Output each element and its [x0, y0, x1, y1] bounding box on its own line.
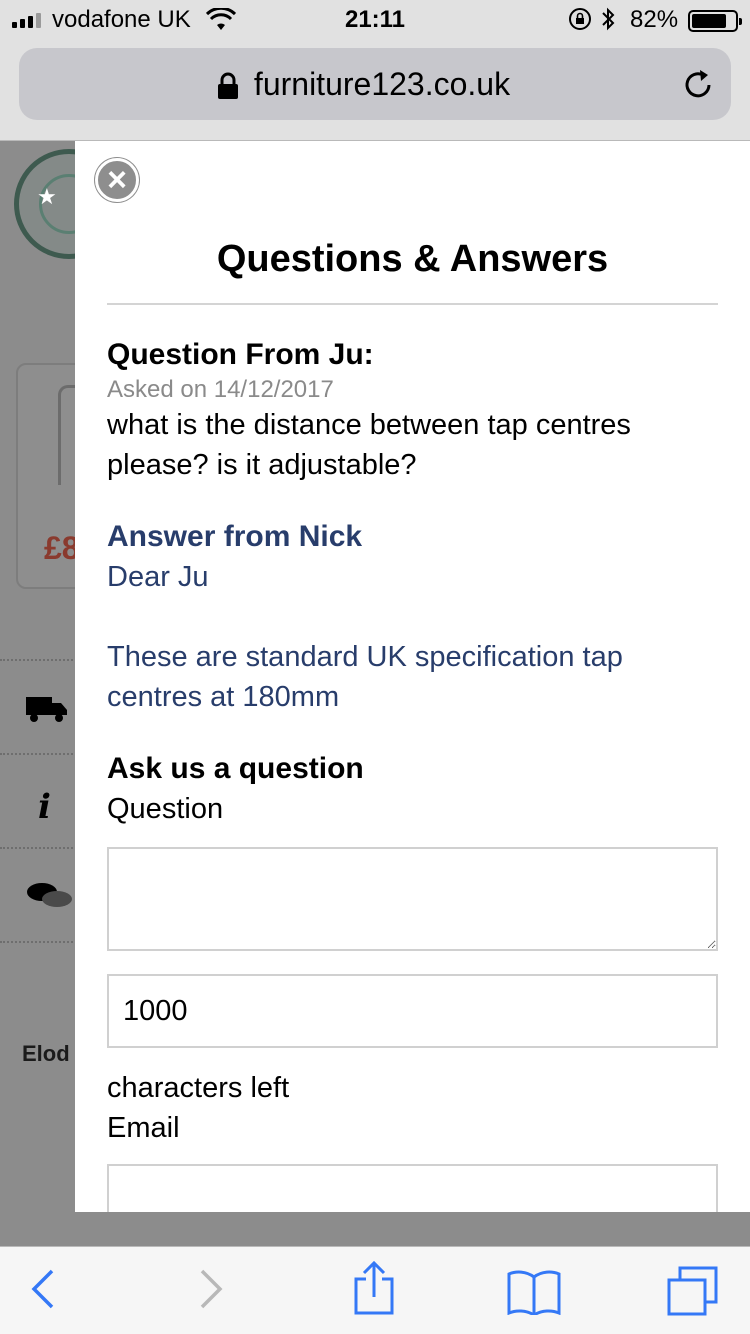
email-field-label: Email — [107, 1112, 180, 1144]
answer-body: These are standard UK specification tap … — [107, 641, 623, 713]
question-author: Question From Ju: — [107, 338, 374, 371]
characters-left-counter: 1000 — [107, 974, 718, 1048]
back-icon[interactable] — [30, 1267, 56, 1316]
answer-author: Answer from Nick — [107, 520, 363, 553]
bookmarks-icon[interactable] — [506, 1269, 562, 1320]
modal-title: Questions & Answers — [216, 238, 609, 280]
question-field-label: Question — [107, 793, 224, 825]
question-input[interactable] — [107, 847, 718, 951]
email-input[interactable] — [107, 1164, 718, 1212]
info-row: i — [0, 753, 80, 847]
rotation-lock-icon — [568, 7, 592, 38]
tabs-icon[interactable] — [666, 1265, 720, 1322]
background-text-fragment: Elod — [22, 1041, 70, 1066]
delivery-row — [0, 659, 80, 753]
bluetooth-icon — [600, 6, 616, 39]
qa-content: Question From Ju: Asked on 14/12/2017 wh… — [107, 335, 718, 1212]
close-icon[interactable]: × — [95, 158, 139, 202]
chat-bubbles-icon — [26, 881, 74, 920]
characters-left-label: characters left — [107, 1072, 290, 1104]
share-icon[interactable] — [352, 1260, 396, 1320]
question-text: what is the distance between tap centres… — [107, 409, 631, 481]
address-bar[interactable]: furniture123.co.uk — [19, 48, 731, 120]
star-icon: ★ — [37, 184, 57, 209]
chat-row — [0, 847, 80, 941]
answer-greeting: Dear Ju — [107, 561, 209, 593]
reload-icon[interactable] — [681, 68, 715, 107]
title-divider — [107, 303, 718, 305]
info-icon: i — [38, 787, 51, 827]
browser-toolbar — [0, 1246, 750, 1334]
question-date: Asked on 14/12/2017 — [107, 376, 334, 403]
forward-icon[interactable] — [198, 1267, 224, 1316]
delivery-truck-icon — [26, 693, 68, 732]
browser-address-area: furniture123.co.uk — [0, 40, 750, 141]
battery-icon — [688, 10, 742, 32]
ask-question-heading: Ask us a question — [107, 752, 364, 785]
status-bar: vodafone UK 21:11 82% — [0, 0, 750, 40]
qa-modal: × Questions & Answers Question From Ju: … — [75, 141, 750, 1212]
battery-percent: 82% — [630, 6, 679, 33]
url-text: furniture123.co.uk — [253, 66, 511, 102]
